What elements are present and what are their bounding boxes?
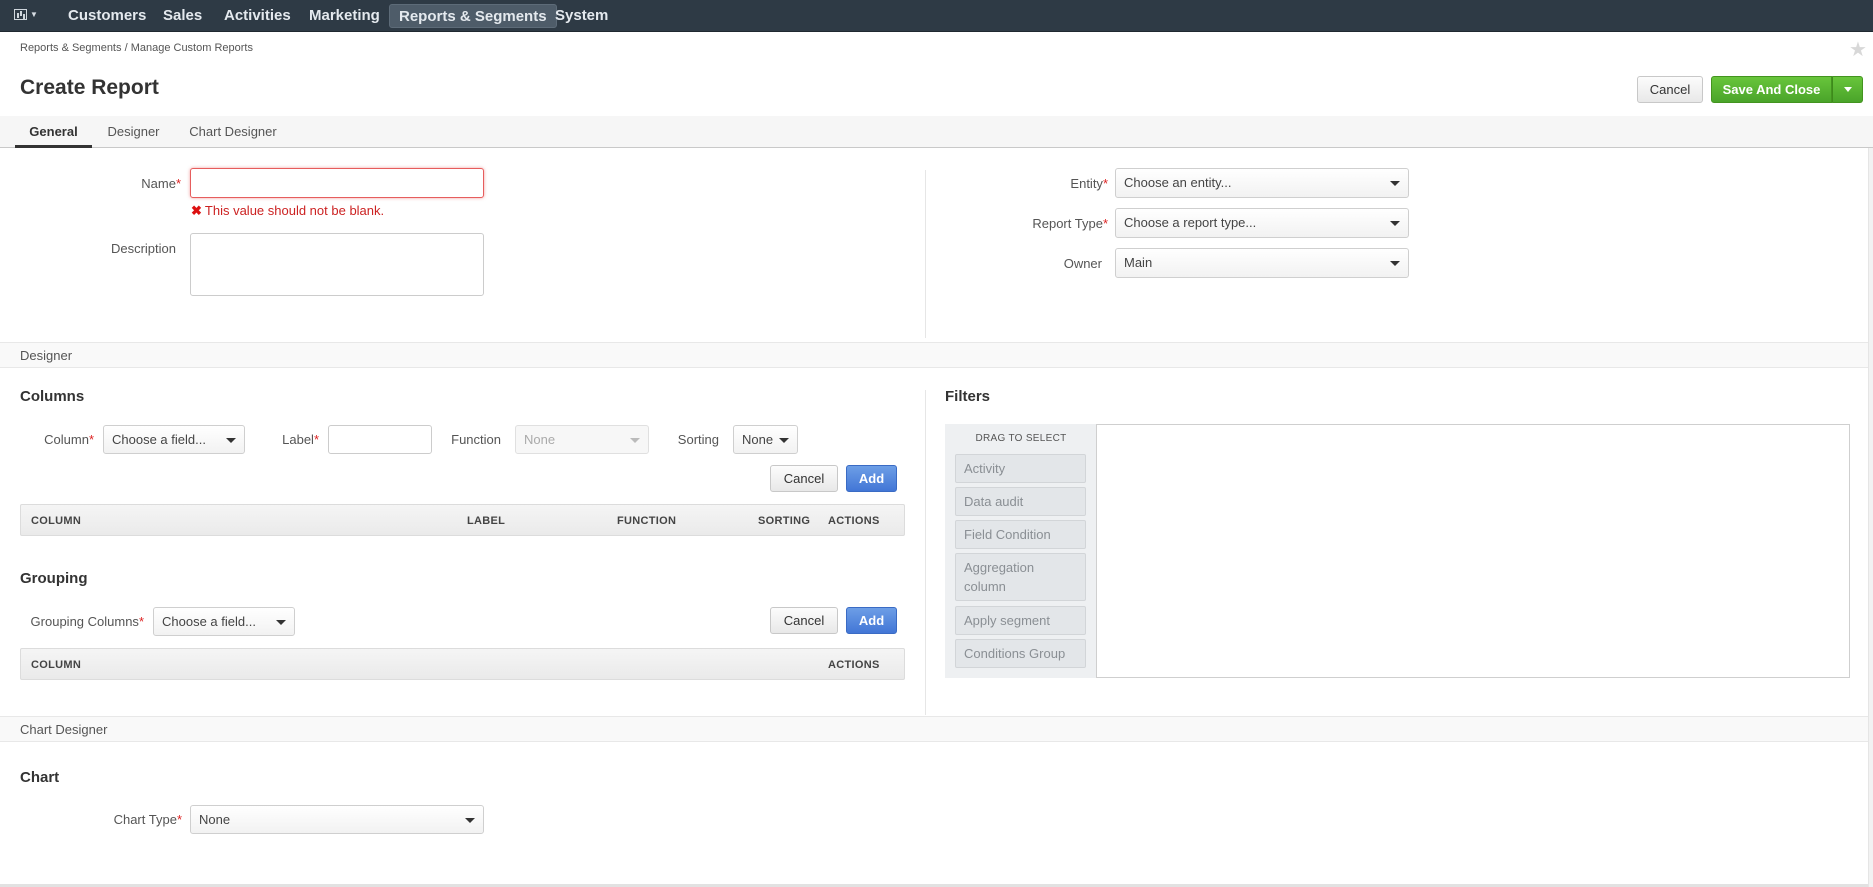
- criteria-conditions-group[interactable]: Conditions Group: [955, 639, 1086, 668]
- columns-header-function: FUNCTION: [617, 515, 677, 527]
- criteria-field-condition[interactable]: Field Condition: [955, 520, 1086, 549]
- filters-title: Filters: [945, 388, 991, 405]
- columns-cancel-button[interactable]: Cancel: [770, 465, 838, 492]
- grouping-add-button[interactable]: Add: [846, 607, 897, 634]
- drag-to-select-label: DRAG TO SELECT: [975, 433, 1067, 444]
- grouping-header-actions: ACTIONS: [828, 659, 880, 671]
- chart-type-select[interactable]: None: [190, 805, 484, 834]
- nav-item-activities[interactable]: Activities: [224, 0, 291, 32]
- chevron-down-icon: [276, 620, 286, 625]
- criteria-activity[interactable]: Activity: [955, 454, 1086, 483]
- tab-designer[interactable]: Designer: [106, 116, 161, 148]
- nav-item-customers[interactable]: Customers: [68, 0, 146, 32]
- breadcrumb-current[interactable]: Manage Custom Reports: [131, 42, 253, 54]
- chevron-down-icon: [1390, 261, 1400, 266]
- chevron-down-icon: [1390, 221, 1400, 226]
- tab-chart-designer[interactable]: Chart Designer: [188, 116, 278, 148]
- chart-designer-section-title: Chart Designer: [20, 722, 108, 737]
- entity-select[interactable]: Choose an entity...: [1115, 168, 1409, 198]
- owner-select[interactable]: Main: [1115, 248, 1409, 278]
- save-and-close-button[interactable]: Save And Close: [1711, 76, 1832, 103]
- description-textarea[interactable]: [190, 233, 484, 296]
- function-label: Function: [451, 432, 501, 447]
- sorting-select[interactable]: None: [733, 425, 798, 454]
- dashboard-menu-button[interactable]: ▼: [14, 8, 44, 24]
- chart-designer-section-bar: [0, 716, 1868, 742]
- caret-down-icon: [1843, 87, 1852, 93]
- columns-add-button[interactable]: Add: [846, 465, 897, 492]
- chevron-down-icon: [630, 438, 640, 443]
- bar-chart-icon: [14, 8, 27, 20]
- column-field-select[interactable]: Choose a field...: [103, 425, 245, 454]
- nav-item-reports-segments[interactable]: Reports & Segments: [389, 4, 557, 28]
- chevron-down-icon: [465, 818, 475, 823]
- description-label: Description: [110, 241, 176, 256]
- report-type-label: Report Type*: [1032, 216, 1108, 231]
- tab-general[interactable]: General: [15, 116, 92, 148]
- column-label-input[interactable]: [328, 425, 432, 454]
- name-label: Name*: [141, 176, 181, 191]
- designer-column-divider: [925, 390, 926, 715]
- grouping-title: Grouping: [20, 570, 88, 587]
- columns-title: Columns: [20, 388, 85, 405]
- grouping-grid-header: [20, 648, 905, 680]
- nav-item-system[interactable]: System: [555, 0, 608, 32]
- column-divider: [925, 170, 926, 338]
- columns-header-actions: ACTIONS: [828, 515, 880, 527]
- name-input[interactable]: [190, 168, 484, 198]
- chevron-down-icon: [1390, 181, 1400, 186]
- grouping-columns-label: Grouping Columns*: [30, 614, 144, 629]
- grouping-field-select[interactable]: Choose a field...: [153, 607, 295, 636]
- save-options-dropdown[interactable]: [1832, 76, 1863, 103]
- column-label: Column*: [44, 432, 94, 447]
- nav-item-marketing[interactable]: Marketing: [309, 0, 380, 32]
- page-title: Create Report: [20, 76, 159, 99]
- criteria-apply-segment[interactable]: Apply segment: [955, 606, 1086, 635]
- designer-section-bar: [0, 342, 1868, 368]
- criteria-data-audit[interactable]: Data audit: [955, 487, 1086, 516]
- function-select[interactable]: None: [515, 425, 649, 454]
- favorite-star-icon[interactable]: ★: [1849, 37, 1867, 62]
- grouping-cancel-button[interactable]: Cancel: [770, 607, 838, 634]
- breadcrumb: Reports & Segments / Manage Custom Repor…: [20, 42, 253, 54]
- tab-bar: [0, 116, 1873, 148]
- owner-label: Owner: [1063, 256, 1102, 271]
- entity-label: Entity*: [1070, 176, 1108, 191]
- sorting-label: Sorting: [677, 432, 719, 447]
- columns-header-column: COLUMN: [31, 515, 82, 527]
- vertical-scrollbar[interactable]: [1868, 148, 1873, 887]
- error-x-icon: ✖: [191, 203, 202, 218]
- breadcrumb-parent[interactable]: Reports & Segments: [20, 42, 122, 54]
- columns-header-sorting: SORTING: [758, 515, 811, 527]
- designer-section-title: Designer: [20, 348, 73, 363]
- chart-title: Chart: [20, 769, 60, 786]
- chart-type-label: Chart Type*: [113, 812, 182, 827]
- breadcrumb-separator: /: [124, 42, 128, 54]
- columns-header-label: LABEL: [467, 515, 506, 527]
- cancel-button[interactable]: Cancel: [1637, 76, 1703, 103]
- chevron-down-icon: [779, 438, 789, 443]
- criteria-aggregation-column[interactable]: Aggregation column: [955, 553, 1086, 601]
- nav-item-sales[interactable]: Sales: [163, 0, 202, 32]
- grouping-header-column: COLUMN: [31, 659, 82, 671]
- report-type-select[interactable]: Choose a report type...: [1115, 208, 1409, 238]
- name-error-message: ✖ This value should not be blank.: [191, 203, 385, 218]
- caret-down-icon: ▼: [30, 9, 38, 19]
- column-label-field-label: Label*: [282, 432, 319, 447]
- chevron-down-icon: [226, 438, 236, 443]
- top-navigation-bar: ▼ Customers Sales Activities Marketing R…: [0, 0, 1873, 32]
